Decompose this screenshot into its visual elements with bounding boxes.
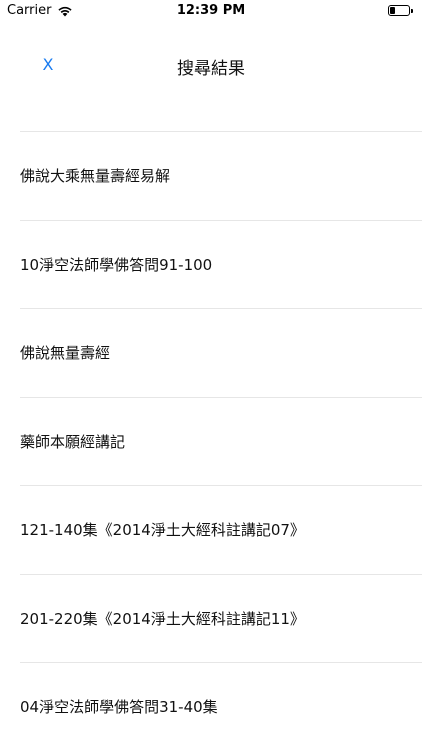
battery-level [390, 7, 395, 14]
list-item-label: 藥師本願經講記 [20, 432, 126, 451]
list-item-label: 201-220集《2014淨土大經科註講記11》 [20, 609, 305, 628]
list-item[interactable]: 佛說大乘無量壽經易解 [20, 131, 422, 220]
battery-icon [388, 5, 413, 16]
results-list: 佛說大乘無量壽經易解 10淨空法師學佛答問91-100 佛說無量壽經 藥師本願經… [20, 131, 422, 750]
list-item[interactable]: 121-140集《2014淨土大經科註講記07》 [20, 485, 422, 574]
navigation-bar: X 搜尋結果 [0, 44, 422, 88]
list-item-label: 10淨空法師學佛答問91-100 [20, 255, 213, 274]
list-item[interactable]: 10淨空法師學佛答問91-100 [20, 219, 422, 309]
list-item[interactable]: 201-220集《2014淨土大經科註講記11》 [20, 573, 422, 663]
list-item[interactable]: 04淨空法師學佛答問31-40集 [20, 662, 422, 750]
list-item-label: 佛說大乘無量壽經易解 [20, 167, 171, 186]
list-item-label: 04淨空法師學佛答問31-40集 [20, 698, 218, 717]
page-title: 搜尋結果 [177, 59, 245, 79]
list-item[interactable]: 佛說無量壽經 [20, 308, 422, 397]
search-results-screen: Carrier 12:39 PM X 搜尋結果 佛說大乘無量壽經易解 10淨空法… [0, 0, 422, 750]
status-bar: Carrier 12:39 PM [0, 0, 422, 22]
list-item[interactable]: 藥師本願經講記 [20, 396, 422, 486]
list-item-label: 佛說無量壽經 [20, 344, 111, 363]
status-time: 12:39 PM [176, 3, 246, 18]
list-item-label: 121-140集《2014淨土大經科註講記07》 [20, 521, 305, 540]
